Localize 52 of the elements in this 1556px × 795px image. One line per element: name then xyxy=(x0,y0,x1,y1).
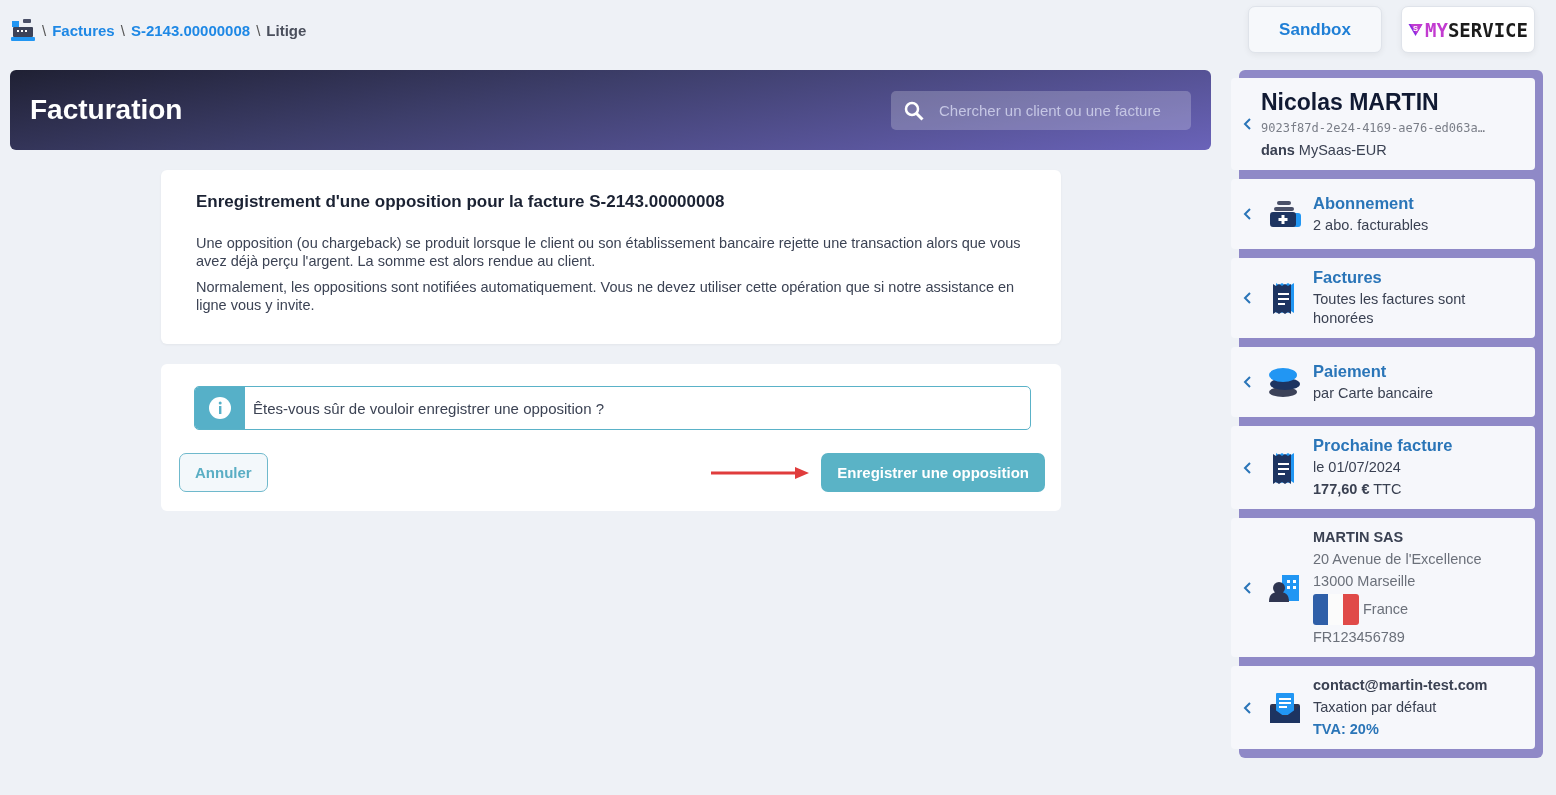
info-icon xyxy=(209,397,231,419)
card-title: Paiement xyxy=(1313,361,1388,381)
customer-id: 9023f87d-2e24-4169-ae76-ed063a… xyxy=(1261,120,1485,137)
notice-paragraph: Une opposition (ou chargeback) se produit lorsque le client ou son établissement bancaire rejette une transaction alors que vous avez déjà perçu l'argent. La somme est alors rendue au client. xyxy=(196,234,1022,270)
coins-icon xyxy=(1267,365,1303,399)
notice-paragraph: Normalement, les oppositions sont notifiées automatiquement. Vous ne devez utiliser cette opération que si notre assistance en ligne vous y invite. xyxy=(196,278,1016,314)
logo-text: MYSERVICE xyxy=(1425,18,1528,41)
chevron-left-icon xyxy=(1243,701,1253,714)
confirm-question: Êtes-vous sûr de vouloir enregistrer une opposition ? xyxy=(252,399,605,417)
card-detail: 177,60 € TTC xyxy=(1313,480,1403,499)
card-title: MARTIN SAS xyxy=(1313,528,1405,547)
card-title: Factures xyxy=(1313,268,1383,287)
sidebar-card[interactable]: MARTIN SAS 20 Avenue de l'Excellence 13000 Marseille France FR123456789 xyxy=(1231,518,1535,657)
card-detail: 20 Avenue de l'Excellence xyxy=(1313,550,1482,569)
sandbox-button[interactable]: Sandbox xyxy=(1248,6,1382,53)
sidebar-card[interactable]: contact@martin-test.com Taxation par défaut TVA: 20% xyxy=(1231,666,1535,749)
sidebar-card[interactable]: Paiement par Carte bancaire xyxy=(1231,347,1535,417)
card-detail: FR123456789 xyxy=(1313,628,1406,647)
sidebar-card[interactable]: Prochaine facture le 01/07/2024 177,60 € TTC xyxy=(1231,426,1535,509)
path-separator: \ xyxy=(120,21,125,39)
sidebar-card[interactable]: Nicolas MARTIN 9023f87d-2e24-4169-ae76-ed063a… dans MySaas-EUR xyxy=(1231,78,1535,170)
card-detail: le 01/07/2024 xyxy=(1313,458,1402,477)
card-detail: Taxation par défaut xyxy=(1313,698,1438,717)
country-name: France xyxy=(1363,600,1409,619)
chevron-left-icon xyxy=(1243,461,1253,474)
path-separator: \ xyxy=(42,21,47,39)
plus-stack-icon xyxy=(1268,199,1302,229)
notice-title: Enregistrement d'une opposition pour la facture S-2143.00000008 xyxy=(196,192,726,212)
page-title: Facturation xyxy=(30,94,183,126)
card-title: Abonnement xyxy=(1313,193,1415,213)
current-page: Litige xyxy=(266,21,307,39)
card-detail: 2 abo. facturables xyxy=(1313,215,1429,235)
card-detail: par Carte bancaire xyxy=(1313,383,1434,403)
card-title: Prochaine facture xyxy=(1313,436,1453,455)
flag-icon xyxy=(1313,594,1359,625)
sidebar-card[interactable]: Factures Toutes les factures sont honorées xyxy=(1231,258,1535,338)
card-detail: 13000 Marseille xyxy=(1313,572,1417,591)
chevron-left-icon xyxy=(1243,208,1253,220)
card-detail: dans MySaas-EUR xyxy=(1261,141,1388,160)
card-title: Nicolas MARTIN xyxy=(1261,88,1440,116)
sidebar-card[interactable]: Abonnement 2 abo. facturables xyxy=(1231,179,1535,249)
path-separator: \ xyxy=(256,21,261,39)
envelope-icon xyxy=(1268,690,1302,725)
chevron-left-icon xyxy=(1243,292,1253,304)
tax-rate: TVA: 20% xyxy=(1313,720,1380,739)
chevron-left-icon xyxy=(1243,376,1253,388)
card-detail: Toutes les factures sont honorées xyxy=(1313,290,1467,328)
cash-register-icon xyxy=(10,18,36,42)
search-icon xyxy=(904,100,924,121)
card-title: contact@martin-test.com xyxy=(1313,676,1488,695)
chevron-left-icon xyxy=(1243,581,1253,594)
chevron-left-icon xyxy=(1243,118,1253,130)
